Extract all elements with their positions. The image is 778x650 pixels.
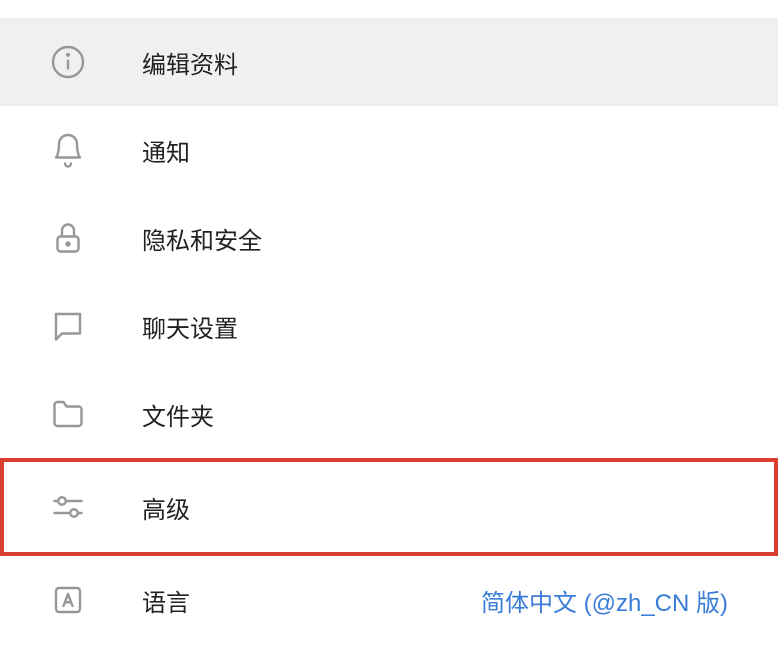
menu-item-label: 聊天设置	[142, 309, 748, 344]
menu-item-value: 简体中文 (@zh_CN 版)	[481, 583, 728, 618]
lock-icon	[50, 220, 86, 256]
menu-item-label: 文件夹	[142, 397, 748, 432]
menu-item-label: 通知	[142, 133, 748, 168]
menu-item-folders[interactable]: 文件夹	[0, 370, 778, 458]
menu-item-label: 编辑资料	[142, 45, 748, 80]
menu-item-advanced[interactable]: 高级	[0, 458, 778, 556]
menu-item-privacy[interactable]: 隐私和安全	[0, 194, 778, 282]
folder-icon	[50, 396, 86, 432]
menu-item-language[interactable]: 语言 简体中文 (@zh_CN 版)	[0, 556, 778, 644]
info-icon	[50, 44, 86, 80]
language-icon	[50, 582, 86, 618]
menu-item-label: 语言	[142, 583, 481, 618]
menu-item-label: 高级	[142, 490, 748, 525]
sliders-icon	[50, 489, 86, 525]
menu-item-label: 隐私和安全	[142, 221, 748, 256]
menu-item-notifications[interactable]: 通知	[0, 106, 778, 194]
menu-item-chat-settings[interactable]: 聊天设置	[0, 282, 778, 370]
settings-menu-list: 编辑资料 通知 隐私和安全 聊天设置	[0, 0, 778, 644]
menu-item-edit-profile[interactable]: 编辑资料	[0, 18, 778, 106]
chat-icon	[50, 308, 86, 344]
bell-icon	[50, 132, 86, 168]
